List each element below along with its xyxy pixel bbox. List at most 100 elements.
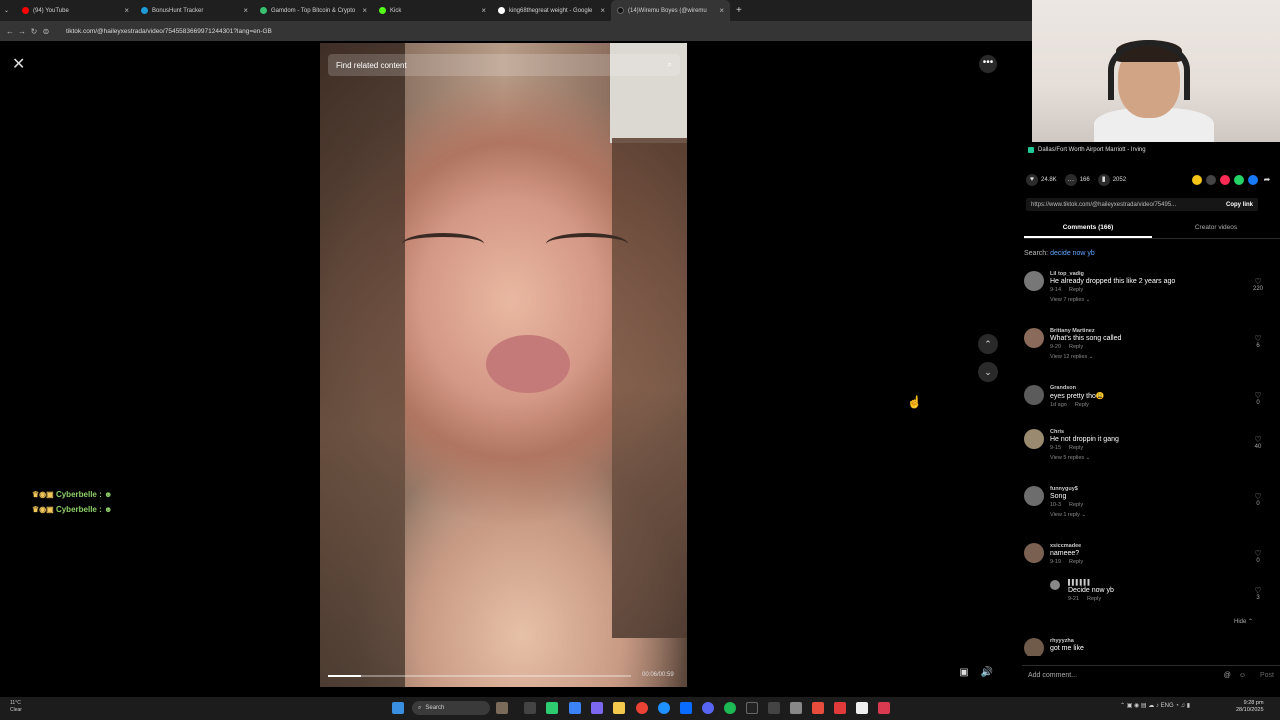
taskbar-app-icon[interactable] <box>878 702 890 714</box>
comment-like-button[interactable]: ♡ 0 <box>1248 391 1268 406</box>
tab-comments[interactable]: Comments (166) <box>1024 222 1152 238</box>
search-icon[interactable]: ⌕ <box>668 60 672 70</box>
comment-username[interactable]: Lil top_vadig <box>1050 271 1240 277</box>
taskbar-app-icon[interactable] <box>812 702 824 714</box>
volume-icon[interactable]: 🔊 <box>979 667 995 683</box>
weather-widget[interactable]: 11°C Clear <box>10 700 22 714</box>
view-replies-button[interactable]: View 5 replies ⌄ <box>1050 455 1240 461</box>
comment-like-button[interactable]: ♡ 6 <box>1248 334 1268 349</box>
new-tab-button[interactable]: + <box>730 0 746 21</box>
settings-icon[interactable] <box>790 702 802 714</box>
close-tab-icon[interactable]: × <box>362 6 367 15</box>
close-tab-icon[interactable]: × <box>243 6 248 15</box>
avatar[interactable] <box>1024 543 1044 563</box>
file-explorer-icon[interactable] <box>613 702 625 714</box>
comment-like-button[interactable]: ♡ 40 <box>1248 435 1268 450</box>
site-info-icon[interactable]: ⊜ <box>40 27 52 36</box>
taskbar-app-icon[interactable] <box>496 702 508 714</box>
avatar[interactable] <box>1024 385 1044 405</box>
taskbar-clock[interactable]: 9:28 pm 28/10/2025 <box>1236 700 1264 714</box>
chrome-icon[interactable] <box>636 702 648 714</box>
comment-like-button[interactable]: ♡ 0 <box>1248 549 1268 564</box>
windows-start-icon[interactable] <box>392 702 404 714</box>
search-term[interactable]: decide now yb <box>1050 250 1095 257</box>
spotify-icon[interactable] <box>724 702 736 714</box>
taskbar-app-icon[interactable] <box>591 702 603 714</box>
pip-icon[interactable]: ▣ <box>956 667 972 683</box>
reply-button[interactable]: Reply <box>1069 559 1083 565</box>
reply-button[interactable]: Reply <box>1069 344 1083 350</box>
coin-icon[interactable] <box>1192 175 1202 185</box>
browser-tab[interactable]: king68thegreat weight - Google × <box>492 0 611 21</box>
comment-username[interactable]: rhyyyzha <box>1050 638 1240 644</box>
taskbar-app-icon[interactable] <box>569 702 581 714</box>
task-view-icon[interactable] <box>524 702 536 714</box>
view-replies-button[interactable]: View 1 reply ⌄ <box>1050 512 1240 518</box>
reply-button[interactable]: Reply <box>1069 287 1083 293</box>
close-tab-icon[interactable]: × <box>719 6 724 15</box>
related-search-input[interactable]: Find related content ⌕ <box>328 54 680 76</box>
location-tag[interactable]: Dallas/Fort Worth Airport Marriott - Irv… <box>1028 147 1146 153</box>
comment-like-button[interactable]: ♡ 220 <box>1248 277 1268 292</box>
facebook-icon[interactable] <box>1248 175 1258 185</box>
reply-button[interactable]: Reply <box>1087 596 1101 602</box>
comment-input[interactable]: Add comment... <box>1028 672 1224 679</box>
comment-username[interactable]: Grandson <box>1050 385 1240 391</box>
close-icon[interactable]: ✕ <box>12 54 25 74</box>
comment-username[interactable]: funnyguy$ <box>1050 486 1240 492</box>
avatar[interactable] <box>1024 429 1044 449</box>
avatar[interactable] <box>1024 271 1044 291</box>
tab-menu-icon[interactable]: ⌄ <box>0 0 16 21</box>
close-tab-icon[interactable]: × <box>481 6 486 15</box>
view-replies-button[interactable]: View 7 replies ⌄ <box>1050 297 1240 303</box>
avatar[interactable] <box>1024 328 1044 348</box>
comment-like-button[interactable]: ♡ 3 <box>1248 586 1268 601</box>
more-options-button[interactable]: ••• <box>979 55 997 73</box>
obs-icon[interactable] <box>746 702 758 714</box>
browser-tab[interactable]: Kick × <box>373 0 492 21</box>
video-player[interactable] <box>320 43 687 687</box>
taskbar-app-icon[interactable] <box>768 702 780 714</box>
view-replies-button[interactable]: View 12 replies ⌄ <box>1050 354 1240 360</box>
avatar[interactable] <box>1024 486 1044 506</box>
comment-username[interactable]: Brittany Martinez <box>1050 328 1240 334</box>
language-indicator[interactable]: ENG <box>1161 703 1174 709</box>
tab-creator-videos[interactable]: Creator videos <box>1152 222 1280 238</box>
progress-track[interactable] <box>328 675 631 677</box>
embed-icon[interactable] <box>1206 175 1216 185</box>
edge-icon[interactable] <box>658 702 670 714</box>
reply-button[interactable]: Reply <box>1069 502 1083 508</box>
browser-tab-active[interactable]: (14)Wiremu Boyes (@wiremu × <box>611 0 730 21</box>
browser-tab[interactable]: BonusHunt Tracker × <box>135 0 254 21</box>
close-tab-icon[interactable]: × <box>600 6 605 15</box>
taskbar-app-icon[interactable] <box>856 702 868 714</box>
search-suggestion[interactable]: Search: decide now yb <box>1024 250 1095 257</box>
whatsapp-icon[interactable] <box>1234 175 1244 185</box>
like-button[interactable]: ♥ 24.8K <box>1026 174 1057 186</box>
close-tab-icon[interactable]: × <box>124 6 129 15</box>
taskbar-app-icon[interactable] <box>834 702 846 714</box>
system-tray[interactable]: ⌃ ▣ ◉ ▤ ☁ ♪ ENG ◔ ♫ ▮ <box>1120 702 1190 709</box>
save-button[interactable]: ▮ 2052 <box>1097 174 1126 186</box>
back-icon[interactable]: ← <box>4 27 16 36</box>
hide-replies-button[interactable]: Hide ⌃ <box>1234 618 1253 625</box>
next-video-button[interactable]: ⌄ <box>978 362 998 382</box>
reply-button[interactable]: Reply <box>1069 445 1083 451</box>
avatar[interactable] <box>1050 580 1060 590</box>
browser-tab[interactable]: (94) YouTube × <box>16 0 135 21</box>
comment-username[interactable]: Chris <box>1050 429 1240 435</box>
share-arrow-icon[interactable]: ➦ <box>1262 175 1272 185</box>
copy-link-button[interactable]: Copy link <box>1226 202 1253 208</box>
browser-tab[interactable]: Gamdom - Top Bitcoin & Crypto × <box>254 0 373 21</box>
reply-button[interactable]: Reply <box>1075 402 1089 408</box>
emoji-icon[interactable]: ☺ <box>1239 672 1246 679</box>
taskbar-app-icon[interactable] <box>546 702 558 714</box>
post-button[interactable]: Post <box>1260 672 1274 679</box>
taskbar-search[interactable]: ⌕ Search <box>412 701 490 715</box>
discord-icon[interactable] <box>702 702 714 714</box>
previous-video-button[interactable]: ⌃ <box>978 334 998 354</box>
send-icon[interactable] <box>1220 175 1230 185</box>
reload-icon[interactable]: ↻ <box>28 27 40 36</box>
avatar[interactable] <box>1024 638 1044 656</box>
comment-username[interactable]: ▌▌▌▌▌▌ <box>1068 580 1258 586</box>
